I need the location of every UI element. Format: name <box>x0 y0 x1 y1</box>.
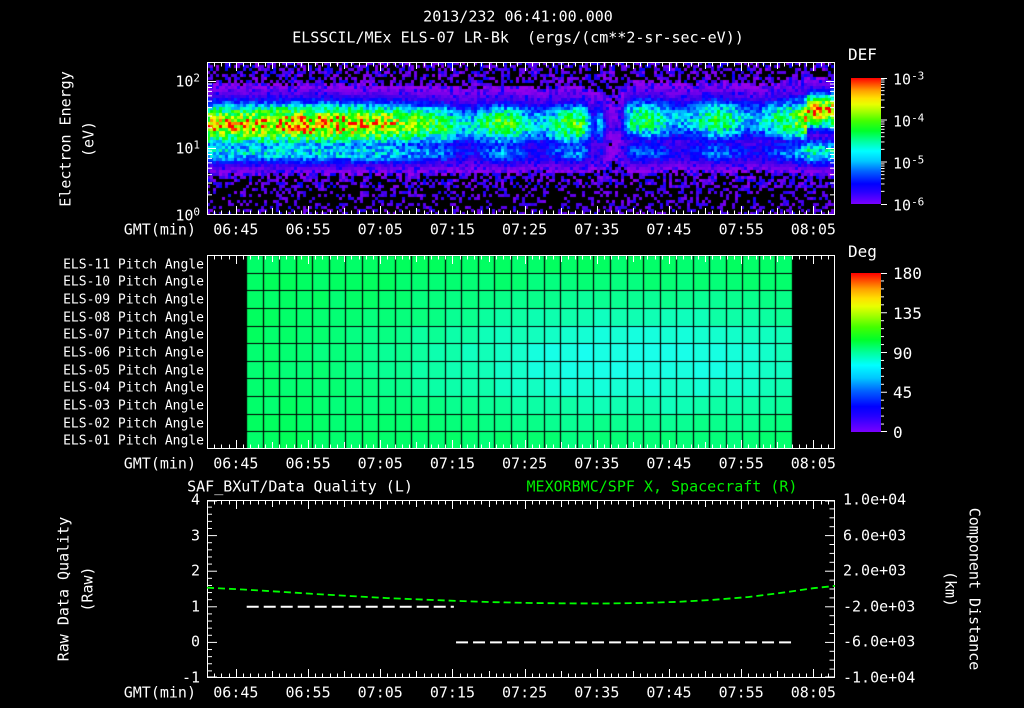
time-tick-label: 06:45 <box>213 220 259 239</box>
els-quicklook-screen: 2013/232 06:41:00.000 ELSSCIL/MEx ELS-07… <box>0 0 1024 708</box>
quality-tick-label: 2 <box>190 561 200 580</box>
def-colorbar <box>851 78 881 204</box>
pitch-row-label: ELS-07 Pitch Angle <box>63 327 204 343</box>
time-tick-label: 07:55 <box>718 220 764 239</box>
pitch-row-label: ELS-08 Pitch Angle <box>63 310 204 326</box>
time-tick-label: 07:55 <box>718 454 764 473</box>
timeseries-ylabel-right-units: (km) <box>941 570 960 608</box>
pitch-panel-frame-axes <box>207 255 835 449</box>
timeseries-title-right: MEXORBMC/SPF X, Spacecraft (R) <box>526 477 798 496</box>
time-tick-label: 07:45 <box>646 220 692 239</box>
pitch-row-label: ELS-11 Pitch Angle <box>63 257 204 273</box>
time-tick-label: 07:35 <box>574 683 620 702</box>
time-tick-label: 08:05 <box>790 454 836 473</box>
deg-colorbar-tick-label: 45 <box>893 383 913 403</box>
time-tick-label: 07:05 <box>357 683 403 702</box>
pitch-row-label: ELS-02 Pitch Angle <box>63 416 204 432</box>
time-tick-label: 06:55 <box>285 454 331 473</box>
pitch-row-label: ELS-04 Pitch Angle <box>63 380 204 396</box>
time-tick-label: 07:45 <box>646 683 692 702</box>
quality-tick-label: 3 <box>190 526 200 545</box>
pitch-row-label: ELS-01 Pitch Angle <box>63 433 204 449</box>
deg-colorbar <box>851 273 881 432</box>
energy-tick-label: 101 <box>175 138 200 158</box>
timeseries-plot <box>207 500 835 678</box>
time-tick-label: 07:05 <box>357 454 403 473</box>
pitch-row-label: ELS-05 Pitch Angle <box>63 363 204 379</box>
pitch-row-label: ELS-10 Pitch Angle <box>63 274 204 290</box>
time-tick-label: 06:45 <box>213 683 259 702</box>
time-tick-label: 07:55 <box>718 683 764 702</box>
energy-tick-label: 102 <box>175 71 200 91</box>
time-tick-label: 07:15 <box>429 454 475 473</box>
energy-tick-label: 100 <box>175 205 200 225</box>
time-tick-label: 07:35 <box>574 454 620 473</box>
time-tick-label: 07:45 <box>646 454 692 473</box>
quality-tick-label: 0 <box>190 632 200 651</box>
pitch-row-label: ELS-06 Pitch Angle <box>63 345 204 361</box>
time-tick-label: 07:35 <box>574 220 620 239</box>
timeseries-ylabel-right: Component Distance <box>965 507 984 671</box>
deg-colorbar-ticks <box>881 273 887 432</box>
time-tick-label: 08:05 <box>790 220 836 239</box>
time-tick-label: 06:45 <box>213 454 259 473</box>
time-tick-label: 08:05 <box>790 683 836 702</box>
plot-title-instrument: ELSSCIL/MEx ELS-07 LR-Bk (ergs/(cm**2-sr… <box>292 28 744 47</box>
def-colorbar-ticks <box>881 78 887 205</box>
def-colorbar-tick-label: 10-4 <box>893 111 925 131</box>
def-colorbar-title: DEF <box>848 45 877 64</box>
time-tick-label: 06:55 <box>285 220 331 239</box>
plot-title-datetime: 2013/232 06:41:00.000 <box>423 7 613 26</box>
deg-colorbar-tick-label: 0 <box>893 423 903 442</box>
deg-colorbar-tick-label: 135 <box>893 303 922 323</box>
distance-tick-label: 1.0e+04 <box>843 490 907 509</box>
time-tick-label: 07:25 <box>502 683 548 702</box>
gmt-label-panel2: GMT(min) <box>123 454 196 473</box>
deg-colorbar-tick-label: 180 <box>893 264 922 283</box>
time-tick-label: 07:05 <box>357 220 403 239</box>
time-tick-label: 07:15 <box>429 220 475 239</box>
timeseries-ylabel-left-units: (Raw) <box>78 566 97 612</box>
def-colorbar-tick-label: 10-3 <box>893 69 925 89</box>
def-colorbar-tick-label: 10-6 <box>893 195 925 215</box>
timeseries-ylabel-left: Raw Data Quality <box>54 516 73 662</box>
time-tick-label: 07:25 <box>502 220 548 239</box>
def-colorbar-tick-label: 10-5 <box>893 153 925 173</box>
quality-tick-label: -1 <box>181 668 200 687</box>
gmt-label-panel3: GMT(min) <box>123 683 196 702</box>
time-tick-label: 07:25 <box>502 454 548 473</box>
distance-tick-label: -6.0e+03 <box>843 632 916 651</box>
distance-tick-label: 6.0e+03 <box>843 526 907 545</box>
deg-colorbar-tick-label: 90 <box>893 343 913 363</box>
quality-tick-label: 4 <box>190 490 200 509</box>
quality-tick-label: 1 <box>190 597 200 616</box>
spacecraft-x-distance-curve <box>207 585 835 605</box>
gmt-label-panel1: GMT(min) <box>123 220 196 239</box>
pitch-row-label: ELS-03 Pitch Angle <box>63 398 204 414</box>
spectrogram-ylabel: Electron Energy <box>56 71 75 207</box>
distance-tick-label: 2.0e+03 <box>843 561 907 580</box>
deg-colorbar-title: Deg <box>848 242 877 261</box>
pitch-row-label: ELS-09 Pitch Angle <box>63 292 204 308</box>
spectrogram-ylabel-units: (eV) <box>79 120 98 158</box>
timeseries-title-left: SAF_BXuT/Data Quality (L) <box>187 477 413 496</box>
time-tick-label: 06:55 <box>285 683 331 702</box>
distance-tick-label: -2.0e+03 <box>843 597 916 616</box>
spectrogram-frame-axes <box>207 62 835 215</box>
distance-tick-label: -1.0e+04 <box>843 668 916 687</box>
time-tick-label: 07:15 <box>429 683 475 702</box>
